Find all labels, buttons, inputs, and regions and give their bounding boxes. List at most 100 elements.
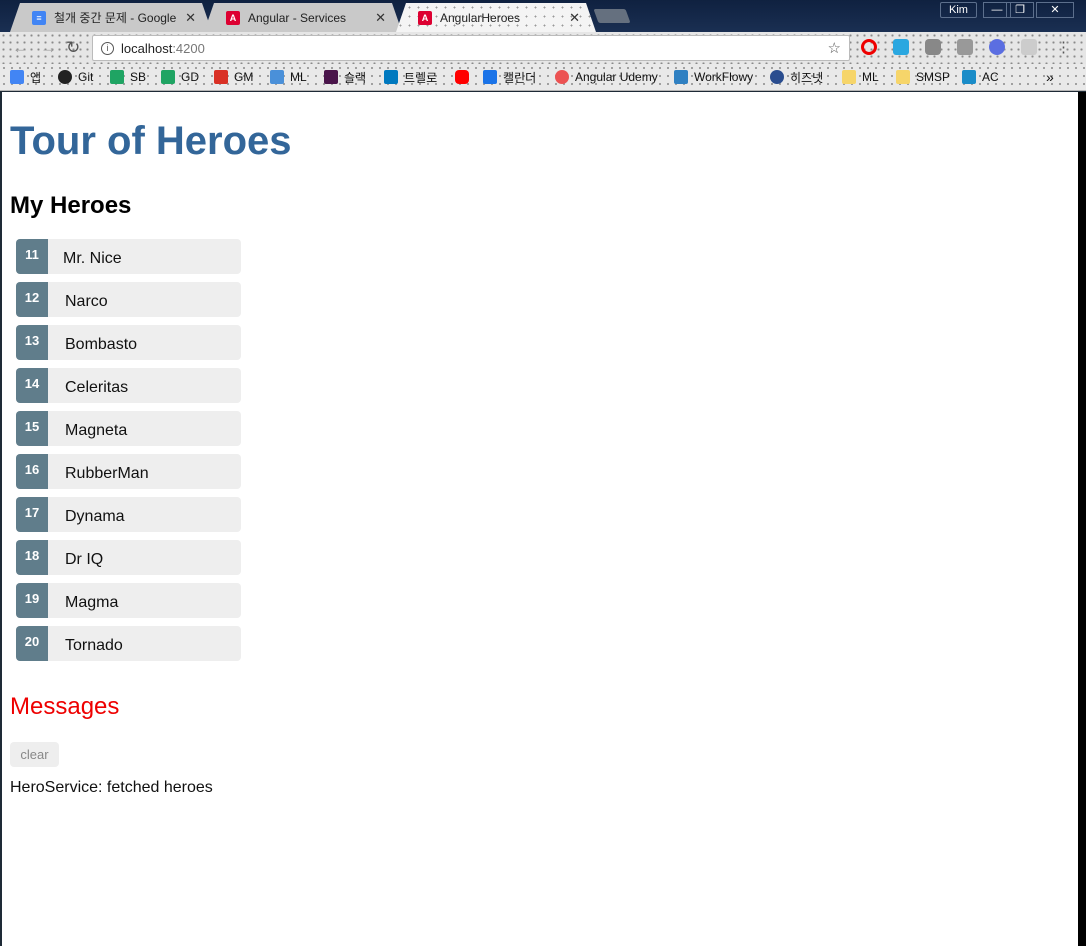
page-content: Tour of Heroes My Heroes 11 Mr. Nice 12 Na… <box>2 92 1078 946</box>
bookmark-label: AC <box>982 70 999 84</box>
bookmark-item[interactable] <box>455 68 475 86</box>
angular-icon: A <box>418 11 432 25</box>
bookmark-label: 슬랙 <box>344 70 367 85</box>
hero-item[interactable]: 13 Bombasto <box>16 325 241 360</box>
hero-item[interactable]: 19 Magma <box>16 583 241 618</box>
globe-icon <box>770 70 784 84</box>
bookmark-item[interactable]: 트렐로 <box>384 68 437 86</box>
bookmark-item[interactable]: 앱 <box>10 68 41 86</box>
extension-icon[interactable] <box>957 39 973 55</box>
bookmark-item[interactable]: 캘린더 <box>483 68 536 86</box>
hero-id-badge: 19 <box>16 583 48 618</box>
google-drive-icon <box>161 70 175 84</box>
bookmark-item[interactable]: ML <box>270 68 307 86</box>
bookmark-folder[interactable]: ML <box>842 68 879 86</box>
bookmark-label: 캘린더 <box>503 70 537 85</box>
bookmark-item[interactable]: 슬랙 <box>324 68 366 86</box>
hero-item[interactable]: 15 Magneta <box>16 411 241 446</box>
forward-icon[interactable]: → <box>40 38 57 58</box>
new-tab-button[interactable] <box>593 9 631 23</box>
restore-button[interactable]: ❐ <box>1006 2 1034 18</box>
hero-id-badge: 11 <box>16 239 48 274</box>
menu-icon[interactable]: ⋮ <box>1056 38 1071 56</box>
youtube-icon <box>455 70 469 84</box>
bookmark-label: SB <box>130 70 147 84</box>
bookmark-item[interactable]: AC <box>962 68 999 86</box>
browser-tab[interactable]: ≡ 철개 중간 문제 - Google ✕ <box>10 3 212 32</box>
bookmark-label: Angular Udemy <box>575 70 658 84</box>
hero-list: 11 Mr. Nice 12 Narco 13 Bombasto 14 Celerita… <box>16 239 241 669</box>
hero-id-badge: 13 <box>16 325 48 360</box>
calendar-icon <box>483 70 497 84</box>
bookmark-item[interactable]: WorkFlowy <box>674 68 753 86</box>
workflowy-icon <box>674 70 688 84</box>
hero-item[interactable]: 12 Narco <box>16 282 241 317</box>
hero-name: Tornado <box>65 637 123 654</box>
close-window-button[interactable]: ✕ <box>1036 2 1074 18</box>
hero-id-badge: 14 <box>16 368 48 403</box>
opera-icon[interactable] <box>861 39 877 55</box>
hero-id-badge: 15 <box>16 411 48 446</box>
info-icon[interactable]: i <box>101 41 114 55</box>
bookmark-item[interactable]: GD <box>161 68 199 86</box>
browser-titlebar: ≡ 철개 중간 문제 - Google ✕ A Angular - Servic… <box>0 0 1086 32</box>
google-drive-icon <box>110 70 124 84</box>
hero-name: RubberMan <box>65 465 149 482</box>
camera-icon[interactable] <box>925 39 941 55</box>
bookmark-label: ML <box>862 70 879 84</box>
hero-id-badge: 18 <box>16 540 48 575</box>
heroes-heading: My Heroes <box>10 192 132 219</box>
bookmark-star-icon[interactable]: ☆ <box>828 39 841 57</box>
cast-icon[interactable] <box>1021 39 1037 55</box>
hero-item[interactable]: 14 Celeritas <box>16 368 241 403</box>
hero-id-badge: 17 <box>16 497 48 532</box>
folder-icon <box>896 70 910 84</box>
capture-icon <box>962 70 976 84</box>
browser-tab-active[interactable]: A AngularHeroes ✕ <box>396 3 596 32</box>
browser-tab[interactable]: A Angular - Services ✕ <box>204 3 402 32</box>
profile-button[interactable]: Kim <box>940 2 977 18</box>
address-bar[interactable]: i localhost:4200 ☆ <box>92 35 850 61</box>
hero-name: Magma <box>65 594 119 611</box>
hero-item[interactable]: 17 Dynama <box>16 497 241 532</box>
extension-icon[interactable] <box>989 39 1005 55</box>
address-host: localhost <box>121 40 173 56</box>
bookmarks-overflow-button[interactable]: » <box>1046 68 1054 86</box>
extension-icon[interactable] <box>893 39 909 55</box>
bookmark-item[interactable]: GM <box>214 68 253 86</box>
bookmark-item[interactable]: Angular Udemy <box>555 68 658 86</box>
bookmark-label: 히즈넷 <box>790 70 824 85</box>
hero-name: Magneta <box>65 422 128 439</box>
hero-item[interactable]: 11 Mr. Nice <box>16 239 241 274</box>
hero-id-badge: 20 <box>16 626 48 661</box>
hero-item[interactable]: 20 Tornado <box>16 626 241 661</box>
bookmark-label: SMSP <box>916 70 951 84</box>
close-icon[interactable]: ✕ <box>185 10 196 26</box>
close-icon[interactable]: ✕ <box>375 10 386 26</box>
message-item: HeroService: fetched heroes <box>10 779 213 796</box>
slack-icon <box>324 70 338 84</box>
bookmark-label: 트렐로 <box>404 70 438 85</box>
page-title: Tour of Heroes <box>10 119 292 163</box>
bookmark-item[interactable]: Git <box>58 68 93 86</box>
hero-name: Narco <box>65 293 108 310</box>
bookmark-folder[interactable]: SMSP <box>896 68 950 86</box>
bookmark-label: Git <box>78 70 94 84</box>
hero-item[interactable]: 16 RubberMan <box>16 454 241 489</box>
bookmark-item[interactable]: 히즈넷 <box>770 68 823 86</box>
bookmark-label: WorkFlowy <box>694 70 754 84</box>
close-icon[interactable]: ✕ <box>569 10 580 26</box>
tab-title: 철개 중간 문제 - Google <box>54 11 177 25</box>
window-border <box>1078 92 1086 946</box>
reload-icon[interactable]: ↻ <box>66 38 80 58</box>
ml-icon <box>270 70 284 84</box>
hero-id-badge: 12 <box>16 282 48 317</box>
bookmarks-bar: 앱 Git SB GD GM ML 슬랙 트렐로 캘린더 Angular Ude… <box>0 64 1086 91</box>
bookmark-item[interactable]: SB <box>110 68 146 86</box>
clear-button[interactable]: clear <box>10 742 59 767</box>
apps-icon <box>10 70 24 84</box>
gmail-icon <box>214 70 228 84</box>
hero-item[interactable]: 18 Dr IQ <box>16 540 241 575</box>
back-icon[interactable]: ← <box>12 38 29 58</box>
tab-title: Angular - Services <box>248 10 347 25</box>
